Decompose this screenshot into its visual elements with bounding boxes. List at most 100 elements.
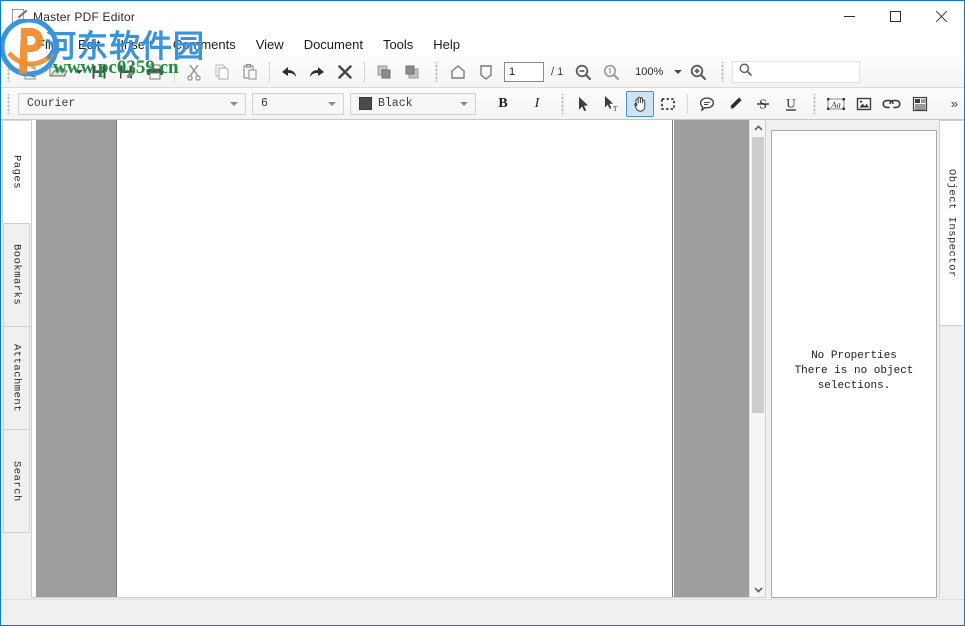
main-body: Pages Bookmarks Attachment Search No Pro…: [1, 120, 964, 600]
add-image-tool-button[interactable]: [850, 91, 878, 117]
edit-text-tool-button[interactable]: T: [598, 91, 626, 117]
object-inspector-tab-label: Object Inspector: [945, 168, 958, 278]
object-inspector-tab[interactable]: Object Inspector: [939, 120, 963, 326]
toolbar-grip[interactable]: [4, 61, 13, 82]
page-background-right: [674, 120, 749, 597]
document-vertical-scrollbar[interactable]: [749, 120, 765, 597]
scrollbar-thumb[interactable]: [752, 137, 764, 413]
new-document-button[interactable]: [16, 59, 44, 85]
menu-item-document[interactable]: Document: [294, 35, 373, 54]
fit-page-button[interactable]: [444, 59, 472, 85]
add-comment-tool-button[interactable]: [693, 91, 721, 117]
toolbar-grip[interactable]: [718, 61, 728, 82]
sidebar-tab-pages[interactable]: Pages: [2, 120, 31, 224]
select-tool-button[interactable]: [570, 91, 598, 117]
strikeout-tool-button[interactable]: S: [749, 91, 777, 117]
toolbar-grip[interactable]: [4, 93, 13, 114]
marquee-select-tool-button[interactable]: [654, 91, 682, 117]
menu-item-comments[interactable]: Comments: [163, 35, 246, 54]
print-button[interactable]: [141, 59, 169, 85]
menu-item-edit[interactable]: Edit: [68, 35, 110, 54]
window-title: Master PDF Editor: [33, 9, 136, 24]
add-text-tool-button[interactable]: Aa: [822, 91, 850, 117]
minimize-button[interactable]: [826, 1, 872, 32]
font-size-value: 6: [261, 97, 268, 110]
undo-button[interactable]: [275, 59, 303, 85]
underline-tool-button[interactable]: U: [777, 91, 805, 117]
italic-button[interactable]: I: [524, 91, 550, 117]
open-dropdown-button[interactable]: [72, 59, 85, 85]
add-link-tool-button[interactable]: [878, 91, 906, 117]
copy-button[interactable]: [208, 59, 236, 85]
save-button[interactable]: [85, 59, 113, 85]
delete-button[interactable]: [331, 59, 359, 85]
sidebar-tab-bookmarks[interactable]: Bookmarks: [3, 223, 30, 327]
bring-forward-button[interactable]: [370, 59, 398, 85]
zoom-level-value[interactable]: 100%: [627, 62, 671, 82]
close-button[interactable]: [918, 1, 964, 32]
chevron-down-icon: [230, 101, 238, 106]
open-document-button[interactable]: [44, 59, 72, 85]
status-bar: [1, 599, 964, 625]
sidebar-tab-search-label: Search: [10, 460, 23, 502]
font-size-combo[interactable]: 6: [252, 92, 344, 115]
page-background-left: [36, 120, 116, 597]
redo-button[interactable]: [303, 59, 331, 85]
menu-item-view[interactable]: View: [246, 35, 294, 54]
hand-tool-button[interactable]: [626, 90, 654, 117]
svg-text:S: S: [759, 97, 767, 112]
zoom-out-button[interactable]: [569, 59, 597, 85]
font-family-value: Courier: [27, 97, 76, 110]
menu-item-help[interactable]: Help: [423, 35, 470, 54]
chevron-up-icon[interactable]: [750, 120, 765, 136]
left-sidebar-tabs: Pages Bookmarks Attachment Search: [2, 120, 31, 598]
search-input[interactable]: [732, 60, 861, 83]
toolbar-grip[interactable]: [558, 93, 567, 114]
chevron-down-icon: [328, 101, 336, 106]
paste-button[interactable]: [236, 59, 264, 85]
no-properties-line-1: No Properties: [811, 350, 897, 362]
object-inspector-tab-strip: [939, 326, 963, 598]
zoom-actual-size-button[interactable]: [597, 59, 625, 85]
highlight-tool-button[interactable]: [721, 91, 749, 117]
font-family-combo[interactable]: Courier: [18, 92, 246, 115]
sidebar-tab-attachment-label: Attachment: [10, 343, 23, 412]
menu-item-insert[interactable]: Insert: [110, 35, 163, 54]
color-swatch: [359, 97, 372, 110]
sidebar-tab-attachment[interactable]: Attachment: [3, 326, 30, 430]
no-properties-message: No Properties There is no object selecti…: [772, 349, 936, 394]
font-color-combo[interactable]: Black: [350, 92, 476, 115]
object-inspector-panel: No Properties There is no object selecti…: [767, 120, 963, 598]
document-viewport[interactable]: [31, 120, 766, 598]
toolbar-separator: [269, 61, 270, 82]
sidebar-tab-search[interactable]: Search: [3, 429, 30, 533]
main-toolbar: 1 / 1 100%: [1, 56, 964, 88]
document-pen-icon: [11, 8, 28, 25]
zoom-dropdown-button[interactable]: [671, 59, 684, 85]
page-total-label: / 1: [551, 65, 564, 78]
zoom-in-button[interactable]: [684, 59, 712, 85]
sidebar-tab-pages-label: Pages: [10, 154, 23, 189]
page-number-input[interactable]: 1: [504, 61, 544, 82]
toolbar-grip[interactable]: [432, 61, 441, 82]
pdf-page[interactable]: [116, 120, 673, 597]
chevron-down-icon[interactable]: [750, 582, 765, 597]
svg-text:Aa: Aa: [830, 99, 840, 109]
save-as-button[interactable]: [113, 59, 141, 85]
toolbar-grip[interactable]: [810, 93, 819, 114]
svg-text:U: U: [786, 95, 796, 110]
form-field-tool-button[interactable]: [906, 91, 934, 117]
no-properties-line-2: There is no object: [794, 365, 914, 377]
cut-button[interactable]: [180, 59, 208, 85]
menu-item-tools[interactable]: Tools: [373, 35, 423, 54]
app-window: Master PDF Editor File Edit Insert Comme…: [0, 0, 965, 626]
send-backward-button[interactable]: [398, 59, 426, 85]
fit-width-button[interactable]: [472, 59, 500, 85]
format-toolbar: Courier 6 Black B I T S U Aa »: [1, 88, 964, 120]
toolbar-overflow-button[interactable]: »: [951, 96, 958, 111]
no-properties-line-3: selections.: [817, 380, 891, 392]
object-inspector-content: No Properties There is no object selecti…: [771, 130, 937, 598]
maximize-button[interactable]: [872, 1, 918, 32]
bold-button[interactable]: B: [490, 91, 516, 117]
menu-item-file[interactable]: File: [27, 35, 68, 54]
